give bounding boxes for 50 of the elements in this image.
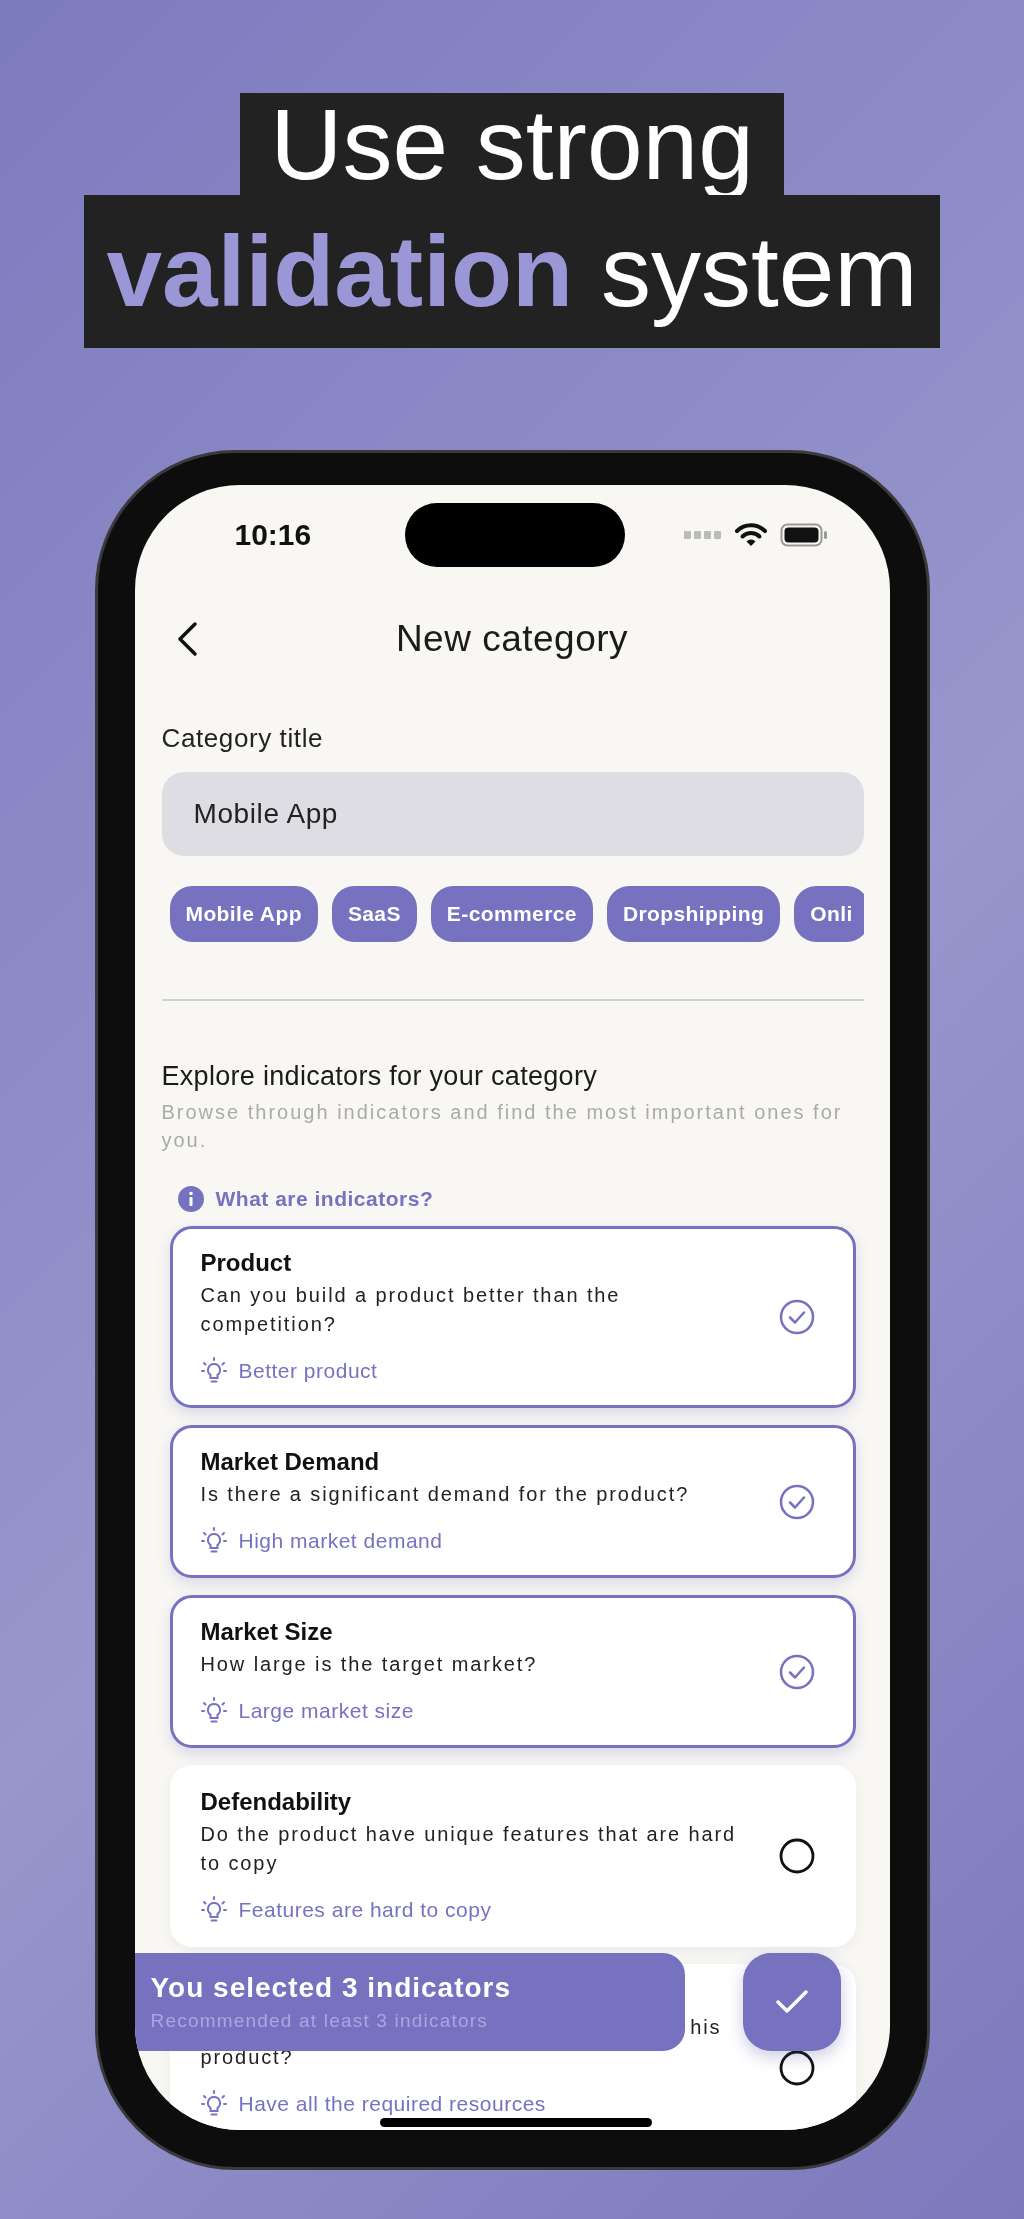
toast-title: You selected 3 indicators xyxy=(150,1972,513,2004)
help-link[interactable]: What are indicators? xyxy=(215,1187,434,1211)
section-title: Explore indicators for your category xyxy=(161,1061,598,1092)
suggestion-chip[interactable]: Mobile App xyxy=(169,886,318,942)
lightbulb-icon xyxy=(200,1896,227,1924)
info-icon xyxy=(177,1186,204,1212)
checkmark-circle-icon[interactable] xyxy=(778,1483,815,1520)
lightbulb-icon xyxy=(200,2090,227,2118)
empty-circle-icon[interactable] xyxy=(778,2049,815,2086)
indicator-card[interactable]: Product Can you build a product better than the competition? Better product xyxy=(169,1226,856,1408)
wifi-icon xyxy=(733,522,768,548)
card-description: Can you build a product better than the competition? xyxy=(200,1283,622,1337)
lightbulb-icon xyxy=(200,1357,227,1385)
card-description: Is there a significant demand for the product? xyxy=(200,1482,691,1507)
hint-text: Better product xyxy=(238,1359,378,1383)
checkmark-icon xyxy=(774,1989,809,2015)
category-title-field[interactable]: Mobile App xyxy=(161,772,864,856)
hint-text: Large market size xyxy=(238,1699,414,1723)
indicator-card[interactable]: Market Size How large is the target market? Large market size xyxy=(169,1595,856,1748)
suggestion-chip[interactable]: Dropshipping xyxy=(606,886,781,942)
battery-icon xyxy=(779,523,828,547)
headline-text: validation system xyxy=(84,195,940,348)
signal-icon xyxy=(683,531,722,539)
card-description: How large is the target market? xyxy=(200,1652,539,1677)
lightbulb-icon xyxy=(200,1527,227,1555)
card-title: Product xyxy=(200,1249,293,1277)
indicator-card[interactable]: Defendability Do the product have unique features that are hard to copy Features are hard to copy xyxy=(169,1765,856,1947)
card-description: Do the product have unique features that are hard to copy xyxy=(200,1822,738,1876)
hint-text: High market demand xyxy=(238,1529,443,1553)
hint-text: Have all the required resources xyxy=(238,2092,546,2116)
empty-circle-icon[interactable] xyxy=(778,1838,815,1874)
card-title: Defendability xyxy=(200,1788,353,1816)
suggestion-chip[interactable]: Onli xyxy=(794,886,864,942)
checkmark-circle-icon[interactable] xyxy=(778,1653,815,1690)
card-description: product? xyxy=(200,2045,295,2070)
screen-title: New category xyxy=(395,618,629,660)
card-description: his xyxy=(690,2016,722,2038)
lightbulb-icon xyxy=(200,1697,227,1725)
section-subtitle: Browse through indicators and find the most important ones for you. xyxy=(161,1100,844,1153)
headline-text: Use strong xyxy=(240,93,784,195)
confirm-button[interactable] xyxy=(742,1953,841,2051)
suggestion-chip[interactable]: E-commerce xyxy=(430,886,593,942)
hint-text: Features are hard to copy xyxy=(238,1898,492,1922)
checkmark-circle-icon[interactable] xyxy=(778,1299,815,1335)
card-title: Market Demand xyxy=(200,1448,381,1476)
field-label: Category title xyxy=(161,723,325,754)
suggestion-chip[interactable]: SaaS xyxy=(331,886,417,942)
indicator-card[interactable]: Market Demand Is there a significant demand for the product? High market demand xyxy=(169,1425,856,1578)
status-time: 10:16 xyxy=(234,518,312,552)
card-title: Market Size xyxy=(200,1618,334,1646)
